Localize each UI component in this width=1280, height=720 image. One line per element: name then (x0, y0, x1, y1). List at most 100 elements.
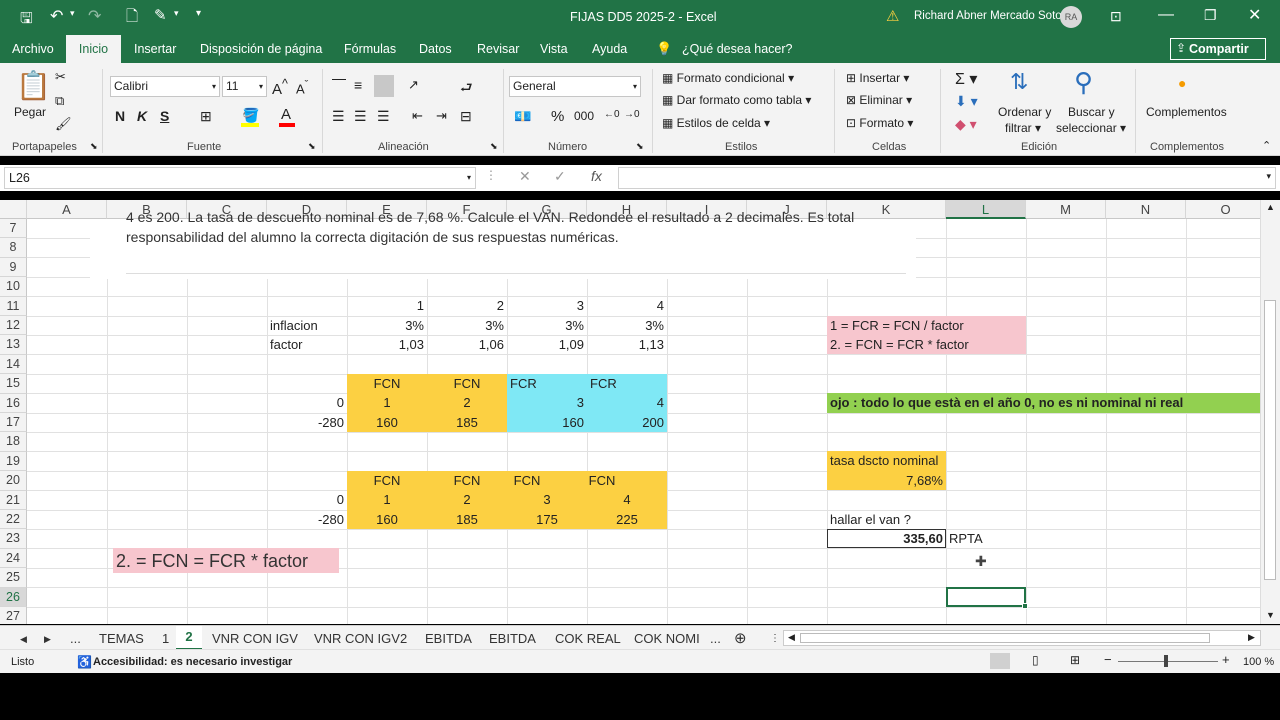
row-header[interactable]: 15 (0, 374, 27, 394)
sheet-tab-ebitda-2[interactable]: EBITDA (489, 628, 536, 650)
cell-f12[interactable]: 3% (427, 316, 507, 335)
cell-f22[interactable]: 185 (427, 510, 507, 529)
cell-f21[interactable]: 2 (427, 490, 507, 509)
row-header[interactable]: 13 (0, 335, 27, 355)
shrink-font-icon[interactable]: Aˇ (296, 79, 308, 96)
addins-button[interactable]: Complementos (1146, 105, 1227, 119)
tab-revisar[interactable]: Revisar (477, 35, 519, 63)
cell-h22[interactable]: 225 (587, 510, 667, 529)
cell-g16[interactable]: 3 (507, 393, 587, 412)
sheet-tab-more-left[interactable]: ... (70, 628, 81, 650)
pasted-image[interactable]: 4 es 200. La tasa de descuento nominal e… (90, 209, 916, 279)
wrap-text-icon[interactable]: ⮐ (460, 77, 473, 101)
sheet-tab-cok-nomi[interactable]: COK NOMI (634, 628, 700, 650)
zoom-slider[interactable] (1118, 661, 1218, 662)
tab-ayuda[interactable]: Ayuda (592, 35, 627, 63)
cell-d12[interactable]: inflacion (267, 316, 347, 335)
cell-h17[interactable]: 200 (587, 413, 667, 432)
spreadsheet-grid[interactable]: A B C D E F G H I J K L M N O 7 8 9 10 1… (0, 200, 1280, 624)
tab-inicio[interactable]: Inicio (66, 35, 121, 63)
row-header-selected[interactable]: 26 (0, 587, 27, 607)
scroll-up-icon[interactable]: ▲ (1266, 202, 1275, 212)
thousands-icon[interactable]: 000 (574, 109, 594, 123)
clipboard-launcher-icon[interactable]: ⬊ (90, 141, 98, 152)
tab-splitter-icon[interactable]: ⋮ (770, 628, 780, 650)
increase-decimal-icon[interactable]: ←0 (604, 109, 620, 120)
select-all-corner[interactable] (0, 200, 27, 219)
minimize-icon[interactable]: — (1158, 6, 1174, 24)
row-header[interactable]: 19 (0, 451, 27, 472)
cell-g11[interactable]: 3 (507, 296, 587, 315)
find-select-label-1[interactable]: Buscar y (1068, 105, 1115, 119)
align-center-icon[interactable]: ☰ (354, 108, 367, 125)
cell-g21[interactable]: 3 (507, 490, 587, 509)
row-header[interactable]: 7 (0, 219, 27, 239)
column-header-l[interactable]: L (946, 200, 1026, 219)
cell-e15[interactable]: FCN (347, 374, 427, 393)
row-header[interactable]: 22 (0, 510, 27, 530)
sheet-tab-temas[interactable]: TEMAS (99, 628, 144, 650)
sheet-tab-cok-real[interactable]: COK REAL (555, 628, 621, 650)
row-header[interactable]: 16 (0, 393, 27, 413)
autosum-icon[interactable]: Σ ▾ (955, 69, 977, 89)
row-header[interactable]: 17 (0, 413, 27, 433)
align-bottom-button[interactable] (374, 75, 394, 97)
scrollbar-thumb[interactable] (1264, 300, 1276, 580)
undo-dropdown-icon[interactable]: ▾ (70, 8, 75, 19)
cell-f15[interactable]: FCN (427, 374, 507, 393)
save-icon[interactable]: 🖫 (20, 8, 33, 33)
ribbon-display-icon[interactable]: ⊡ (1110, 8, 1122, 25)
paste-icon[interactable]: 📋 (16, 69, 51, 102)
borders-icon[interactable]: ⊞ (200, 108, 212, 125)
cell-h21[interactable]: 4 (587, 490, 667, 509)
fill-icon[interactable]: ⬇ ▾ (955, 93, 978, 110)
cell-e21[interactable]: 1 (347, 490, 427, 509)
cell-k22[interactable]: hallar el van ? (827, 510, 946, 529)
column-header-o[interactable]: O (1186, 200, 1266, 219)
formula-input[interactable]: ▾ (618, 167, 1276, 189)
cell-e17[interactable]: 160 (347, 413, 427, 432)
column-header-a[interactable]: A (27, 200, 107, 219)
page-break-view-icon[interactable]: ⊞ (1070, 653, 1080, 667)
bold-button[interactable]: N (115, 108, 125, 124)
cell-k13[interactable]: 2. = FCN = FCR * factor (827, 335, 1026, 354)
insert-cells-button[interactable]: ⊞ Insertar ▾ (846, 71, 909, 85)
highlight-icon[interactable]: ✎ (154, 6, 167, 24)
align-right-icon[interactable]: ☰ (377, 108, 390, 125)
row-header[interactable]: 10 (0, 277, 27, 297)
row-header[interactable]: 9 (0, 257, 27, 278)
tab-disposicion[interactable]: Disposición de página (200, 35, 322, 63)
cell-f17[interactable]: 185 (427, 413, 507, 432)
number-format-select[interactable]: General ▾ (509, 76, 641, 97)
delete-cells-button[interactable]: ⊠ Eliminar ▾ (846, 93, 912, 107)
sheet-tab-1[interactable]: 1 (162, 628, 169, 650)
align-middle-icon[interactable]: ≡ (354, 77, 362, 93)
tab-formulas[interactable]: Fórmulas (344, 35, 396, 63)
cell-e20[interactable]: FCN (347, 471, 427, 490)
font-size-select[interactable]: 11 ▾ (222, 76, 267, 97)
copy-icon[interactable]: ⧉ (55, 93, 64, 109)
cell-h12[interactable]: 3% (587, 316, 667, 335)
decrease-decimal-icon[interactable]: →0 (624, 109, 640, 120)
active-cell-l26[interactable] (946, 587, 1026, 607)
cell-h20[interactable]: FCN (587, 471, 617, 490)
cancel-entry-icon[interactable]: ✕ (519, 168, 531, 185)
number-launcher-icon[interactable]: ⬊ (636, 141, 644, 152)
page-layout-view-icon[interactable]: ▯ (1032, 653, 1039, 667)
customize-toolbar-icon[interactable]: ▾ (196, 8, 201, 19)
undo-icon[interactable]: ↶ (50, 6, 63, 26)
italic-button[interactable]: K (137, 108, 147, 124)
confirm-entry-icon[interactable]: ✓ (554, 168, 566, 185)
percent-icon[interactable]: % (551, 108, 564, 125)
cell-f16[interactable]: 2 (427, 393, 507, 412)
paste-button[interactable]: Pegar (14, 105, 46, 119)
highlight-dropdown-icon[interactable]: ▾ (174, 8, 179, 19)
fill-handle[interactable] (1022, 602, 1028, 609)
cell-d21[interactable]: 0 (267, 490, 347, 509)
grow-font-icon[interactable]: A^ (272, 77, 288, 98)
cell-styles-button[interactable]: ▦ Estilos de celda ▾ (662, 116, 770, 130)
sheet-tab-vnr-con-igv2[interactable]: VNR CON IGV2 (314, 628, 407, 650)
row-header[interactable]: 27 (0, 607, 27, 624)
sheet-tab-2-active[interactable]: 2 (176, 626, 202, 650)
accounting-format-icon[interactable]: 💶 (514, 108, 531, 125)
